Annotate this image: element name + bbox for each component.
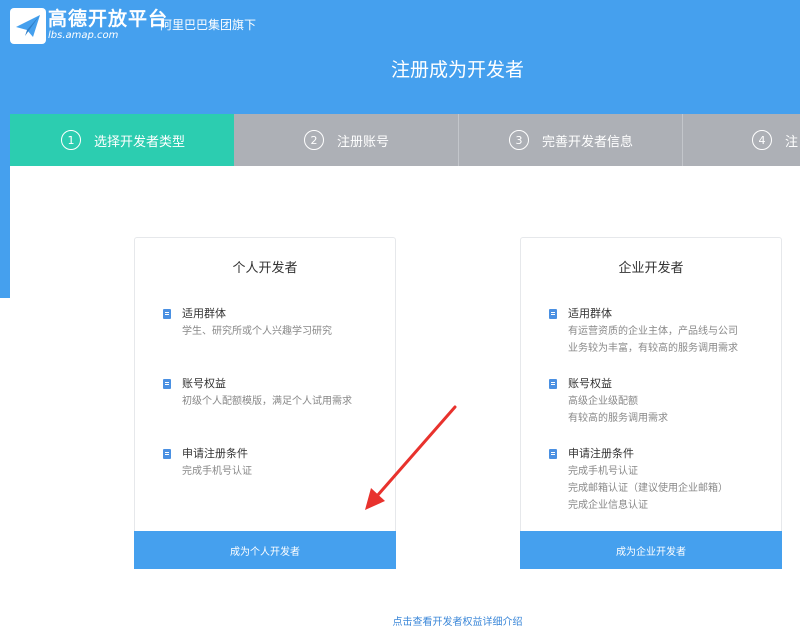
red-arrow-annotation (365, 405, 457, 510)
section-text: 业务较为丰富，有较高的服务调用需求 (568, 343, 738, 354)
step-2[interactable]: 2 注册账号 (234, 114, 458, 166)
section-title: 适用群体 (182, 307, 226, 320)
step-3-number: 3 (509, 130, 529, 150)
brand-name[interactable]: 高德开放平台 (48, 8, 168, 30)
step-2-number: 2 (304, 130, 324, 150)
step-2-label: 注册账号 (337, 134, 390, 150)
section-title: 申请注册条件 (182, 447, 248, 460)
section-title: 适用群体 (568, 307, 612, 320)
step-bar: 1 选择开发者类型 2 注册账号 3 完善开发者信息 4 注 (10, 114, 800, 166)
paper-plane-icon[interactable] (10, 8, 46, 44)
step-1[interactable]: 1 选择开发者类型 (10, 114, 234, 166)
section-text: 有运营资质的企业主体，产品线与公司 (568, 326, 738, 337)
document-icon (163, 449, 171, 459)
section-title: 申请注册条件 (568, 447, 634, 460)
section-text: 完成手机号认证 (182, 466, 252, 477)
document-icon (549, 449, 557, 459)
document-icon (163, 379, 171, 389)
document-icon (549, 309, 557, 319)
step-3-label: 完善开发者信息 (542, 134, 634, 150)
step-1-number: 1 (61, 130, 81, 150)
card-title: 企业开发者 (618, 261, 684, 276)
step-1-label: 选择开发者类型 (94, 134, 186, 150)
section-text: 完成企业信息认证 (568, 500, 648, 511)
step-4[interactable]: 4 注 (682, 114, 800, 166)
step-divider (458, 114, 459, 166)
section-text: 初级个人配额模版，满足个人试用需求 (182, 396, 352, 407)
enterprise-developer-card: 企业开发者 适用群体 有运营资质的企业主体，产品线与公司 业务较为丰富，有较高的… (520, 237, 782, 569)
card-title: 个人开发者 (232, 261, 298, 276)
header: 高德开放平台 lbs.amap.com 阿里巴巴集团旗下 注册成为开发者 (0, 0, 800, 114)
step-4-number: 4 (752, 130, 772, 150)
step-divider (682, 114, 683, 166)
section-title: 账号权益 (568, 377, 612, 390)
group-label: 阿里巴巴集团旗下 (160, 18, 257, 32)
section-text: 完成手机号认证 (568, 466, 638, 477)
rights-detail-link[interactable]: 点击查看开发者权益详细介绍 (0, 616, 800, 630)
section-text: 学生、研究所或个人兴趣学习研究 (182, 326, 332, 337)
step-3[interactable]: 3 完善开发者信息 (458, 114, 682, 166)
left-strip (0, 114, 10, 298)
section-text: 高级企业级配额 (568, 396, 638, 407)
become-personal-developer-button[interactable]: 成为个人开发者 (134, 531, 396, 569)
section-text: 完成邮箱认证（建议使用企业邮箱） (568, 483, 728, 494)
document-icon (549, 379, 557, 389)
document-icon (163, 309, 171, 319)
page-title: 注册成为开发者 (390, 59, 524, 81)
section-text: 有较高的服务调用需求 (568, 413, 668, 424)
personal-developer-card: 个人开发者 适用群体 学生、研究所或个人兴趣学习研究 账号权益 初级个人配额模版… (134, 237, 396, 569)
become-enterprise-developer-button[interactable]: 成为企业开发者 (520, 531, 782, 569)
brand-url: lbs.amap.com (48, 30, 119, 41)
section-title: 账号权益 (182, 377, 226, 390)
step-4-label: 注 (785, 134, 799, 150)
